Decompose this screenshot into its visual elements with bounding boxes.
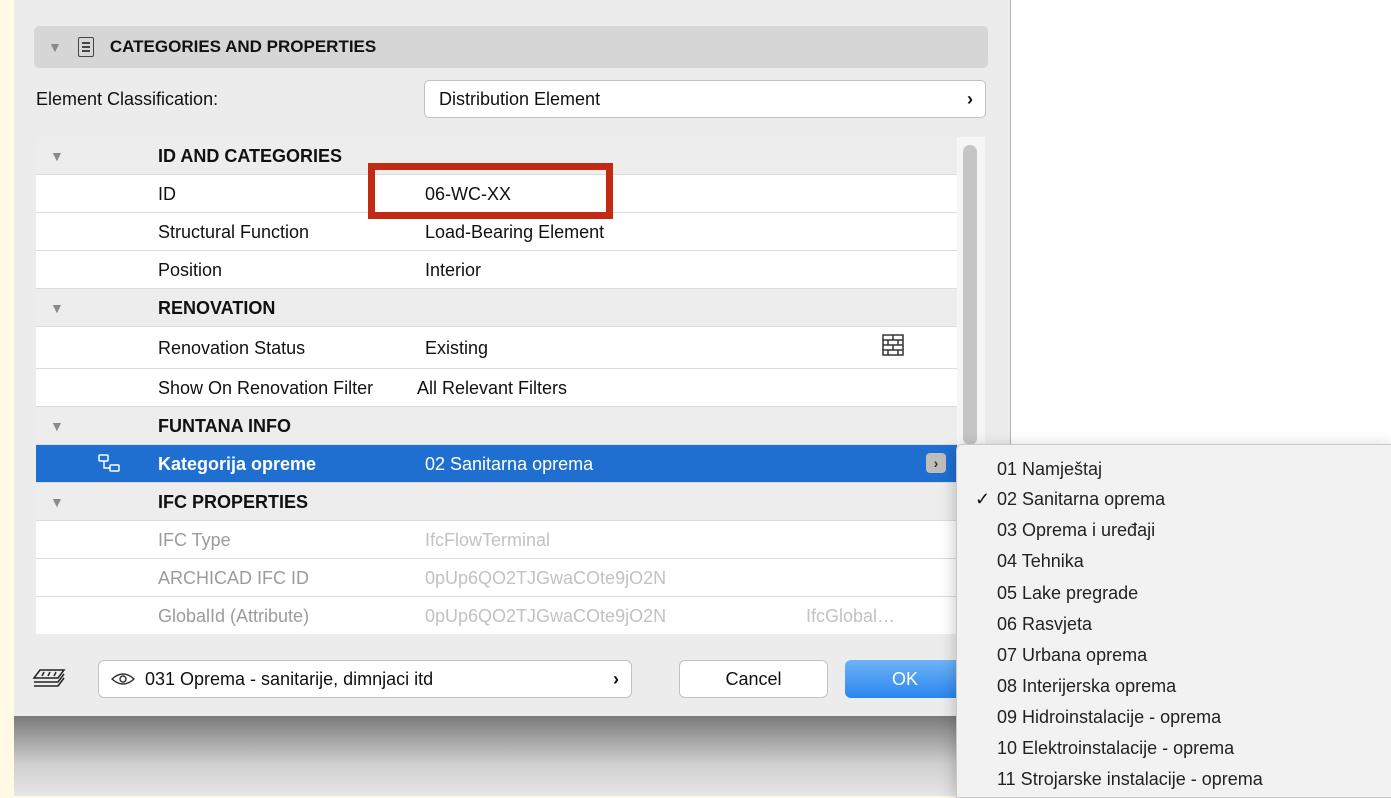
menu-item[interactable]: 07 Urbana oprema (957, 641, 1391, 671)
property-row-renovation-status[interactable]: Renovation Status Existing (36, 327, 957, 369)
category-dropdown-menu: 01 Namještaj ✓ 02 Sanitarna oprema 03 Op… (956, 444, 1391, 798)
menu-item[interactable]: 08 Interijerska oprema (957, 672, 1391, 702)
group-title: ID AND CATEGORIES (158, 146, 343, 166)
menu-item[interactable]: 01 Namještaj (957, 455, 1391, 485)
menu-item[interactable]: 04 Tehnika (957, 547, 1391, 577)
property-name: Show On Renovation Filter (158, 378, 374, 398)
property-value[interactable]: All Relevant Filters (417, 378, 567, 399)
property-row-archicad-ifc-id[interactable]: ARCHICAD IFC ID 0pUp6QO2TJGwaCOte9jO2N (36, 559, 957, 597)
categories-properties-header[interactable]: ▼ CATEGORIES AND PROPERTIES (34, 26, 988, 68)
property-name: GlobalId (Attribute) (158, 606, 310, 626)
layer-value: 031 Oprema - sanitarije, dimnjaci itd (145, 668, 434, 689)
menu-item[interactable]: 06 Rasvjeta (957, 610, 1391, 640)
menu-item[interactable]: 05 Lake pregrade (957, 579, 1391, 609)
expand-triangle-icon[interactable]: ▼ (50, 300, 64, 316)
dropdown-arrow-button[interactable]: › (926, 453, 946, 473)
eye-icon (111, 673, 135, 685)
element-classification-select[interactable]: Distribution Element › (424, 80, 986, 118)
property-row-kategorija-opreme[interactable]: Kategorija opreme 02 Sanitarna oprema › (36, 445, 957, 483)
property-name: Renovation Status (158, 338, 306, 358)
checkmark-icon: ✓ (975, 489, 991, 509)
property-row-position[interactable]: Position Interior (36, 251, 957, 289)
cancel-button[interactable]: Cancel (679, 660, 828, 698)
property-name: Kategorija opreme (158, 454, 317, 474)
menu-item[interactable]: 09 Hidroinstalacije - oprema (957, 703, 1391, 733)
menu-item[interactable]: 11 Strojarske instalacije - oprema (957, 765, 1391, 795)
property-name: ID (158, 184, 176, 204)
property-value: 0pUp6QO2TJGwaCOte9jO2N (425, 606, 667, 626)
chevron-right-icon: › (613, 668, 619, 689)
property-extra: IfcGlobal… (806, 606, 896, 626)
brick-wall-icon (882, 334, 904, 356)
group-row-renovation[interactable]: ▼ RENOVATION (36, 289, 957, 327)
layer-select[interactable]: 031 Oprema - sanitarije, dimnjaci itd › (98, 660, 632, 698)
expand-triangle-icon[interactable]: ▼ (50, 148, 64, 164)
property-value[interactable]: Load-Bearing Element (425, 222, 604, 243)
property-value: IfcFlowTerminal (425, 530, 551, 550)
property-name: ARCHICAD IFC ID (158, 568, 310, 588)
section-title: CATEGORIES AND PROPERTIES (109, 37, 377, 56)
document-icon (77, 37, 94, 57)
chevron-right-icon: › (967, 88, 973, 109)
collapse-triangle-icon[interactable]: ▼ (48, 39, 62, 55)
layer-stack-icon[interactable] (32, 666, 66, 690)
group-title: RENOVATION (158, 298, 276, 318)
ok-button[interactable]: OK (845, 660, 965, 698)
panel-shadow (14, 716, 1011, 796)
scrollbar-thumb[interactable] (963, 145, 977, 445)
property-name: IFC Type (158, 530, 231, 550)
property-row-globalid[interactable]: GlobalId (Attribute) 0pUp6QO2TJGwaCOte9j… (36, 597, 957, 634)
group-row-ifc-properties[interactable]: ▼ IFC PROPERTIES (36, 483, 957, 521)
id-highlight-annotation (368, 163, 613, 219)
property-name: Position (158, 260, 223, 280)
property-value[interactable]: Interior (425, 260, 481, 281)
group-row-funtana-info[interactable]: ▼ FUNTANA INFO (36, 407, 957, 445)
property-value: 0pUp6QO2TJGwaCOte9jO2N (425, 568, 667, 588)
group-title: IFC PROPERTIES (158, 492, 309, 512)
element-classification-label: Element Classification: (36, 89, 219, 109)
menu-item[interactable]: 03 Oprema i uređaji (957, 516, 1391, 546)
group-title: FUNTANA INFO (158, 416, 291, 436)
property-row-show-on-renovation-filter[interactable]: Show On Renovation Filter All Relevant F… (36, 369, 957, 407)
property-name: Structural Function (158, 222, 310, 242)
property-row-ifc-type[interactable]: IFC Type IfcFlowTerminal (36, 521, 957, 559)
property-value[interactable]: 02 Sanitarna oprema (425, 454, 593, 475)
expand-triangle-icon[interactable]: ▼ (50, 494, 64, 510)
property-value[interactable]: Existing (425, 338, 488, 359)
menu-item[interactable]: 10 Elektroinstalacije - oprema (957, 734, 1391, 764)
menu-item-selected[interactable]: ✓ 02 Sanitarna oprema (957, 485, 1391, 515)
element-classification-value: Distribution Element (439, 88, 601, 109)
expand-triangle-icon[interactable]: ▼ (50, 418, 64, 434)
linked-property-icon (98, 454, 120, 472)
